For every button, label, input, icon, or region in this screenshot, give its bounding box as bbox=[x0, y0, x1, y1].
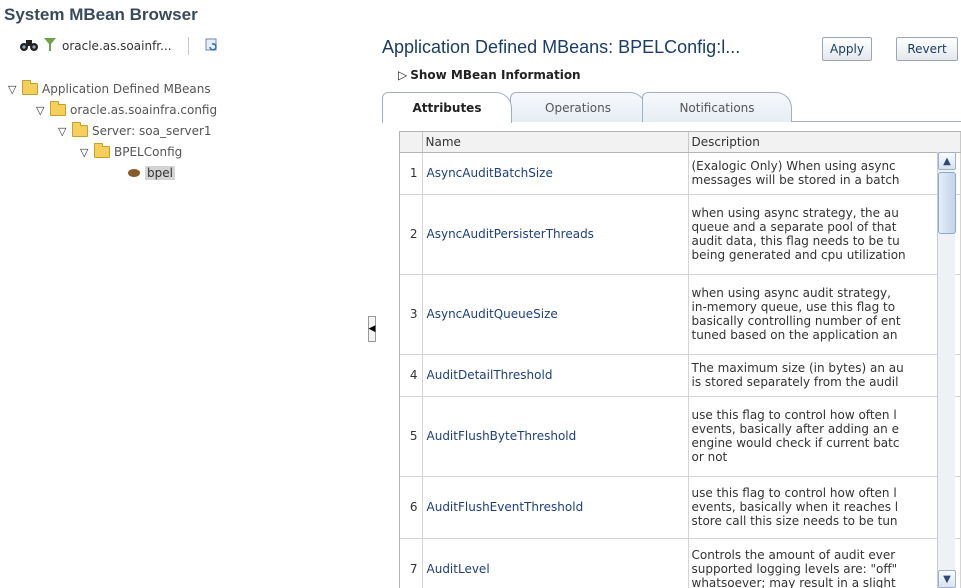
tab-notifications[interactable]: Notifications bbox=[642, 92, 792, 122]
scrollbar-thumb[interactable] bbox=[938, 172, 956, 234]
disclosure-triangle-icon: ▷ bbox=[398, 68, 408, 82]
attribute-description: (Exalogic Only) When using async messages… bbox=[688, 152, 961, 195]
table-vertical-scrollbar[interactable]: ▲ ▼ bbox=[937, 152, 956, 588]
row-number-header bbox=[400, 132, 423, 153]
table-row[interactable]: 4 AuditDetailThreshold The maximum size (i… bbox=[400, 354, 961, 397]
table-row[interactable]: 1 AsyncAuditBatchSize (Exalogic Only) When… bbox=[400, 152, 961, 195]
folder-icon bbox=[94, 143, 110, 158]
domain-filter-label[interactable]: oracle.as.soainfr... bbox=[62, 39, 172, 53]
bean-icon bbox=[128, 169, 140, 177]
description-line: is stored separately from the audil bbox=[691, 375, 899, 389]
tree-node-label: oracle.as.soainfra.config bbox=[70, 103, 218, 117]
row-number: 7 bbox=[400, 538, 423, 588]
attribute-description: The maximum size (in bytes) an au is stor… bbox=[688, 354, 961, 397]
scroll-down-icon[interactable]: ▼ bbox=[938, 570, 956, 588]
tree-node-server[interactable]: ▽ Server: soa_server1 bbox=[58, 122, 212, 140]
row-number: 4 bbox=[400, 354, 423, 397]
name-column-header[interactable]: Name bbox=[422, 132, 689, 153]
tab-operations[interactable]: Operations bbox=[510, 92, 646, 122]
description-line: when using async strategy, the au bbox=[691, 206, 899, 220]
refresh-icon[interactable] bbox=[205, 38, 219, 55]
description-line: audit data, this flag needs to be tu bbox=[691, 234, 900, 248]
filter-icon[interactable] bbox=[44, 37, 56, 55]
row-number: 5 bbox=[400, 396, 423, 477]
revert-button[interactable]: Revert bbox=[896, 37, 958, 61]
description-line: basically controlling number of ent bbox=[691, 314, 901, 328]
tree-node-soainfra-config[interactable]: ▽ oracle.as.soainfra.config bbox=[36, 101, 217, 119]
row-number: 1 bbox=[400, 152, 423, 195]
description-line: in-memory queue, use this flag to bbox=[691, 300, 896, 314]
description-line: use this flag to control how often l bbox=[691, 486, 897, 500]
show-mbean-info-toggle[interactable]: ▷ Show MBean Information bbox=[398, 68, 581, 82]
description-line: supported logging levels are: "off" bbox=[691, 562, 898, 576]
attributes-table: Name Description 1 AsyncAuditBatchSize (Ex… bbox=[399, 131, 961, 588]
panel-splitter-collapse[interactable]: ◀ bbox=[368, 316, 376, 342]
row-number: 3 bbox=[400, 274, 423, 355]
description-line: Controls the amount of audit ever bbox=[691, 548, 896, 562]
tree-node-bpelconfig[interactable]: ▽ BPELConfig bbox=[80, 143, 182, 161]
apply-button[interactable]: Apply bbox=[822, 37, 872, 61]
folder-icon bbox=[72, 122, 88, 137]
expand-triangle-icon[interactable]: ▽ bbox=[58, 125, 72, 138]
description-line: whatsoever; may result in a slight bbox=[691, 576, 896, 588]
tree-node-label: Server: soa_server1 bbox=[92, 124, 212, 138]
attribute-description: use this flag to control how often l even… bbox=[688, 476, 961, 539]
description-line: queue and a separate pool of that bbox=[691, 220, 897, 234]
description-line: events, basically when it reaches l bbox=[691, 500, 899, 514]
description-line: events, basically after adding an e bbox=[691, 422, 899, 436]
description-column-header[interactable]: Description bbox=[688, 132, 961, 153]
mbean-page-title: Application Defined MBeans: BPELConfig:l… bbox=[382, 37, 741, 57]
description-line: use this flag to control how often l bbox=[691, 408, 897, 422]
attribute-name-link[interactable]: AsyncAuditQueueSize bbox=[422, 274, 689, 355]
mbean-browser-title: System MBean Browser bbox=[4, 5, 198, 24]
description-line: when using async audit strategy, bbox=[691, 286, 891, 300]
table-row[interactable]: 3 AsyncAuditQueueSize when using async aud… bbox=[400, 274, 961, 355]
description-line: being generated and cpu utilization bbox=[691, 248, 906, 262]
description-line: engine would check if current batc bbox=[691, 436, 900, 450]
description-line: store call this size needs to be tun bbox=[691, 514, 898, 528]
expand-triangle-icon[interactable]: ▽ bbox=[8, 83, 22, 96]
folder-icon bbox=[50, 101, 66, 116]
tab-attributes[interactable]: Attributes bbox=[382, 92, 512, 123]
scroll-up-icon[interactable]: ▲ bbox=[938, 152, 956, 170]
description-line: The maximum size (in bytes) an au bbox=[691, 361, 904, 375]
attribute-description: use this flag to control how often l even… bbox=[688, 396, 961, 477]
attribute-name-link[interactable]: AuditFlushEventThreshold bbox=[422, 476, 689, 539]
tree-node-label: BPELConfig bbox=[114, 145, 183, 159]
folder-icon bbox=[22, 80, 38, 95]
attribute-name-link[interactable]: AuditDetailThreshold bbox=[422, 354, 689, 397]
description-line: or not bbox=[691, 450, 728, 464]
expand-triangle-icon[interactable]: ▽ bbox=[80, 146, 94, 159]
description-line: messages will be stored in a batch bbox=[691, 173, 900, 187]
attribute-name-link[interactable]: AuditLevel bbox=[422, 538, 689, 588]
tree-node-application-defined[interactable]: ▽ Application Defined MBeans bbox=[8, 80, 211, 98]
attribute-description: when using async strategy, the au queue a… bbox=[688, 194, 961, 275]
table-row[interactable]: 7 AuditLevel Controls the amount of audit … bbox=[400, 538, 961, 588]
tree-node-label-selected: bpel bbox=[145, 166, 175, 180]
toolbar-divider bbox=[187, 37, 189, 55]
browser-toolbar: oracle.as.soainfr... bbox=[20, 36, 219, 56]
tab-bar: Attributes Operations Notifications bbox=[382, 92, 961, 123]
attribute-description: when using async audit strategy, in-memor… bbox=[688, 274, 961, 355]
tree-node-label: Application Defined MBeans bbox=[42, 82, 211, 96]
attribute-name-link[interactable]: AsyncAuditBatchSize bbox=[422, 152, 689, 195]
tree-node-bpel[interactable]: bpel bbox=[128, 164, 175, 182]
table-row[interactable]: 6 AuditFlushEventThreshold use this flag t… bbox=[400, 476, 961, 539]
table-row[interactable]: 5 AuditFlushByteThreshold use this flag to… bbox=[400, 396, 961, 477]
show-mbean-info-label: Show MBean Information bbox=[410, 68, 581, 82]
attribute-description: Controls the amount of audit ever support… bbox=[688, 538, 961, 588]
description-line: tuned based on the application an bbox=[691, 328, 898, 342]
description-line: (Exalogic Only) When using async bbox=[691, 159, 896, 173]
attribute-name-link[interactable]: AsyncAuditPersisterThreads bbox=[422, 194, 689, 275]
binoculars-icon[interactable] bbox=[20, 38, 38, 55]
attribute-name-link[interactable]: AuditFlushByteThreshold bbox=[422, 396, 689, 477]
table-header-row: Name Description bbox=[400, 132, 961, 153]
expand-triangle-icon[interactable]: ▽ bbox=[36, 104, 50, 117]
row-number: 6 bbox=[400, 476, 423, 539]
table-row[interactable]: 2 AsyncAuditPersisterThreads when using as… bbox=[400, 194, 961, 275]
row-number: 2 bbox=[400, 194, 423, 275]
